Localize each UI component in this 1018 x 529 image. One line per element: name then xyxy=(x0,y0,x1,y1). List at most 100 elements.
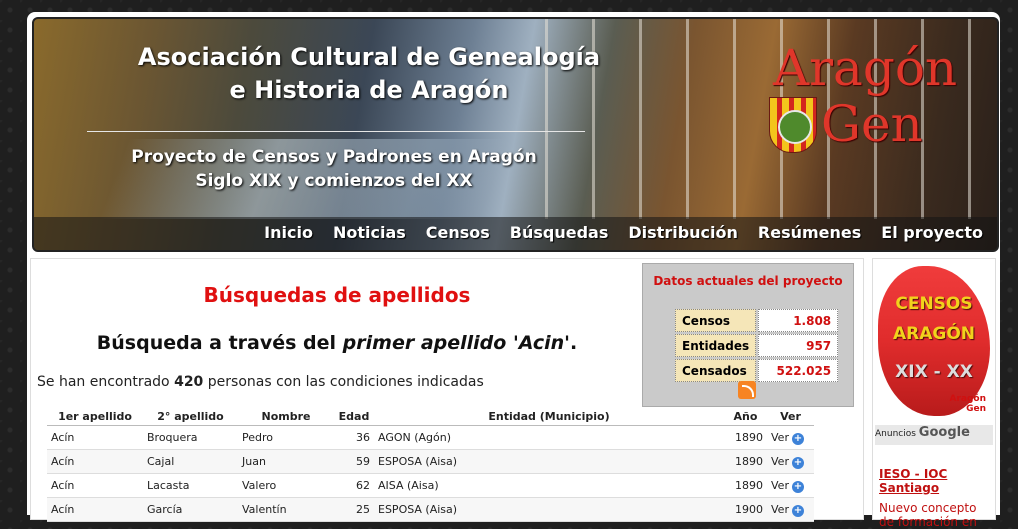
cell-apellido1: Acín xyxy=(47,425,143,450)
plus-icon: + xyxy=(791,456,804,469)
cell-apellido2: Lacasta xyxy=(143,473,238,498)
stats-value: 1.808 xyxy=(758,309,839,332)
found-count: 420 xyxy=(174,374,204,390)
site-subtitle: Proyecto de Censos y Padrones en Aragón … xyxy=(124,145,544,193)
table-row: Acín Broquera Pedro 36 AGON (Agón) 1890 … xyxy=(47,425,814,450)
ads-brand: Google xyxy=(918,425,970,440)
site-title-line1: Asociación Cultural de Genealogía xyxy=(137,43,601,71)
project-stats-box: Datos actuales del proyecto Censos 1.808 … xyxy=(642,263,854,407)
ad-link[interactable]: IESO - IOC Santiago xyxy=(879,467,989,495)
view-link[interactable]: Ver + xyxy=(767,497,814,522)
table-row: Acín Lacasta Valero 62 AISA (Aisa) 1890 … xyxy=(47,473,814,498)
col-header-ver: Ver xyxy=(767,407,814,426)
col-header-edad: Edad xyxy=(334,407,374,426)
nav-inicio[interactable]: Inicio xyxy=(264,221,313,245)
cell-nombre: Valero xyxy=(238,473,334,498)
cell-entidad: ESPOSA (Aisa) xyxy=(374,449,724,474)
nav-resumenes[interactable]: Resúmenes xyxy=(758,221,861,245)
table-row: Acín Cajal Juan 59 ESPOSA (Aisa) 1890 Ve… xyxy=(47,449,814,474)
col-header-nombre: Nombre xyxy=(238,407,334,426)
table-row: Acín García Valentín 25 ESPOSA (Aisa) 19… xyxy=(47,497,814,522)
cell-apellido1: Acín xyxy=(47,449,143,474)
nav-el-proyecto[interactable]: El proyecto xyxy=(881,221,983,245)
right-sidebar: CENSOS ARAGÓN XIX - XX Aragón Gen Anuncio… xyxy=(872,258,996,529)
tree-icon xyxy=(778,110,812,144)
stats-label: Censados xyxy=(675,359,757,382)
cell-nombre: Juan xyxy=(238,449,334,474)
stats-title: Datos actuales del proyecto xyxy=(653,274,843,288)
cell-edad: 62 xyxy=(334,473,374,498)
view-link-label: Ver xyxy=(771,478,789,492)
stats-value: 957 xyxy=(758,334,839,357)
result-summary: Se han encontrado 420 personas con las c… xyxy=(37,374,484,390)
header-banner: Asociación Cultural de Genealogía e Hist… xyxy=(32,17,999,252)
page-title: Búsquedas de apellidos xyxy=(203,283,471,307)
cell-anio: 1890 xyxy=(724,425,767,450)
cell-edad: 25 xyxy=(334,497,374,522)
view-link-label: Ver xyxy=(771,430,789,444)
stats-row: Censos 1.808 xyxy=(675,309,839,332)
search-prefix: Búsqueda a través del xyxy=(96,332,343,354)
site-title: Asociación Cultural de Genealogía e Hist… xyxy=(89,41,649,107)
page-frame: Asociación Cultural de Genealogía e Hist… xyxy=(27,12,1000,529)
rss-icon[interactable] xyxy=(738,381,756,399)
cell-entidad: AISA (Aisa) xyxy=(374,473,724,498)
cell-apellido1: Acín xyxy=(47,473,143,498)
nav-censos[interactable]: Censos xyxy=(426,221,490,245)
view-link[interactable]: Ver + xyxy=(767,449,814,474)
nav-noticias[interactable]: Noticias xyxy=(333,221,406,245)
ads-label: Anuncios xyxy=(875,429,916,439)
aragongen-logo[interactable]: Aragón Gen xyxy=(769,41,984,161)
censos-aragon-map-banner[interactable]: CENSOS ARAGÓN XIX - XX Aragón Gen xyxy=(878,266,990,416)
site-subtitle-line1: Proyecto de Censos y Padrones en Aragón xyxy=(131,147,537,167)
stats-row: Entidades 957 xyxy=(675,334,839,357)
cell-apellido2: Broquera xyxy=(143,425,238,450)
stats-label: Censos xyxy=(675,309,757,332)
plus-icon: + xyxy=(791,432,804,445)
cell-anio: 1890 xyxy=(724,473,767,498)
shield-icon xyxy=(769,97,817,153)
view-link-label: Ver xyxy=(771,502,789,516)
col-header-apellido2: 2° apellido xyxy=(143,407,238,426)
found-prefix: Se han encontrado xyxy=(37,374,175,390)
view-link[interactable]: Ver + xyxy=(767,425,814,450)
search-suffix: . xyxy=(570,332,578,354)
cell-nombre: Pedro xyxy=(238,425,334,450)
cell-entidad: ESPOSA (Aisa) xyxy=(374,497,724,522)
logo-word-aragon: Aragón xyxy=(773,39,958,97)
map-line3: XIX - XX xyxy=(895,362,973,382)
cell-anio: 1890 xyxy=(724,449,767,474)
search-criteria: primer apellido 'Acin' xyxy=(342,332,570,354)
map-line2: ARAGÓN xyxy=(892,324,976,344)
main-content: Búsquedas de apellidos Búsqueda a través… xyxy=(30,258,864,522)
stats-value: 522.025 xyxy=(758,359,839,382)
view-link[interactable]: Ver + xyxy=(767,473,814,498)
nav-busquedas[interactable]: Búsquedas xyxy=(510,221,609,245)
found-suffix: personas con las condiciones indicadas xyxy=(203,374,484,390)
nav-distribucion[interactable]: Distribución xyxy=(628,221,738,245)
main-nav: Inicio Noticias Censos Búsquedas Distrib… xyxy=(34,217,997,250)
cell-anio: 1900 xyxy=(724,497,767,522)
ad-text: Nuevo concepto de formación en xyxy=(879,501,977,529)
site-title-line2: e Historia de Aragón xyxy=(229,76,509,104)
cell-entidad: AGON (Agón) xyxy=(374,425,724,450)
plus-icon: + xyxy=(791,480,804,493)
view-link-label: Ver xyxy=(771,454,789,468)
cell-nombre: Valentín xyxy=(238,497,334,522)
col-header-apellido1: 1er apellido xyxy=(47,407,143,426)
search-description: Búsqueda a través del primer apellido 'A… xyxy=(31,332,643,354)
cell-apellido1: Acín xyxy=(47,497,143,522)
cell-edad: 36 xyxy=(334,425,374,450)
stats-table: Censos 1.808 Entidades 957 Censados 522.025 xyxy=(673,307,840,384)
logo-word-gen: Gen xyxy=(821,95,923,153)
col-header-entidad: Entidad (Municipio) xyxy=(374,407,724,426)
site-subtitle-line2: Siglo XIX y comienzos del XX xyxy=(195,171,473,191)
map-line1: CENSOS xyxy=(895,294,973,314)
ads-header: Anuncios Google xyxy=(875,425,993,445)
stats-label: Entidades xyxy=(675,334,757,357)
table-header-row: 1er apellido 2° apellido Nombre Edad Ent… xyxy=(47,407,814,426)
cell-edad: 59 xyxy=(334,449,374,474)
col-header-anio: Año xyxy=(724,407,767,426)
map-logo-word2: Gen xyxy=(966,404,986,414)
stats-row: Censados 522.025 xyxy=(675,359,839,382)
